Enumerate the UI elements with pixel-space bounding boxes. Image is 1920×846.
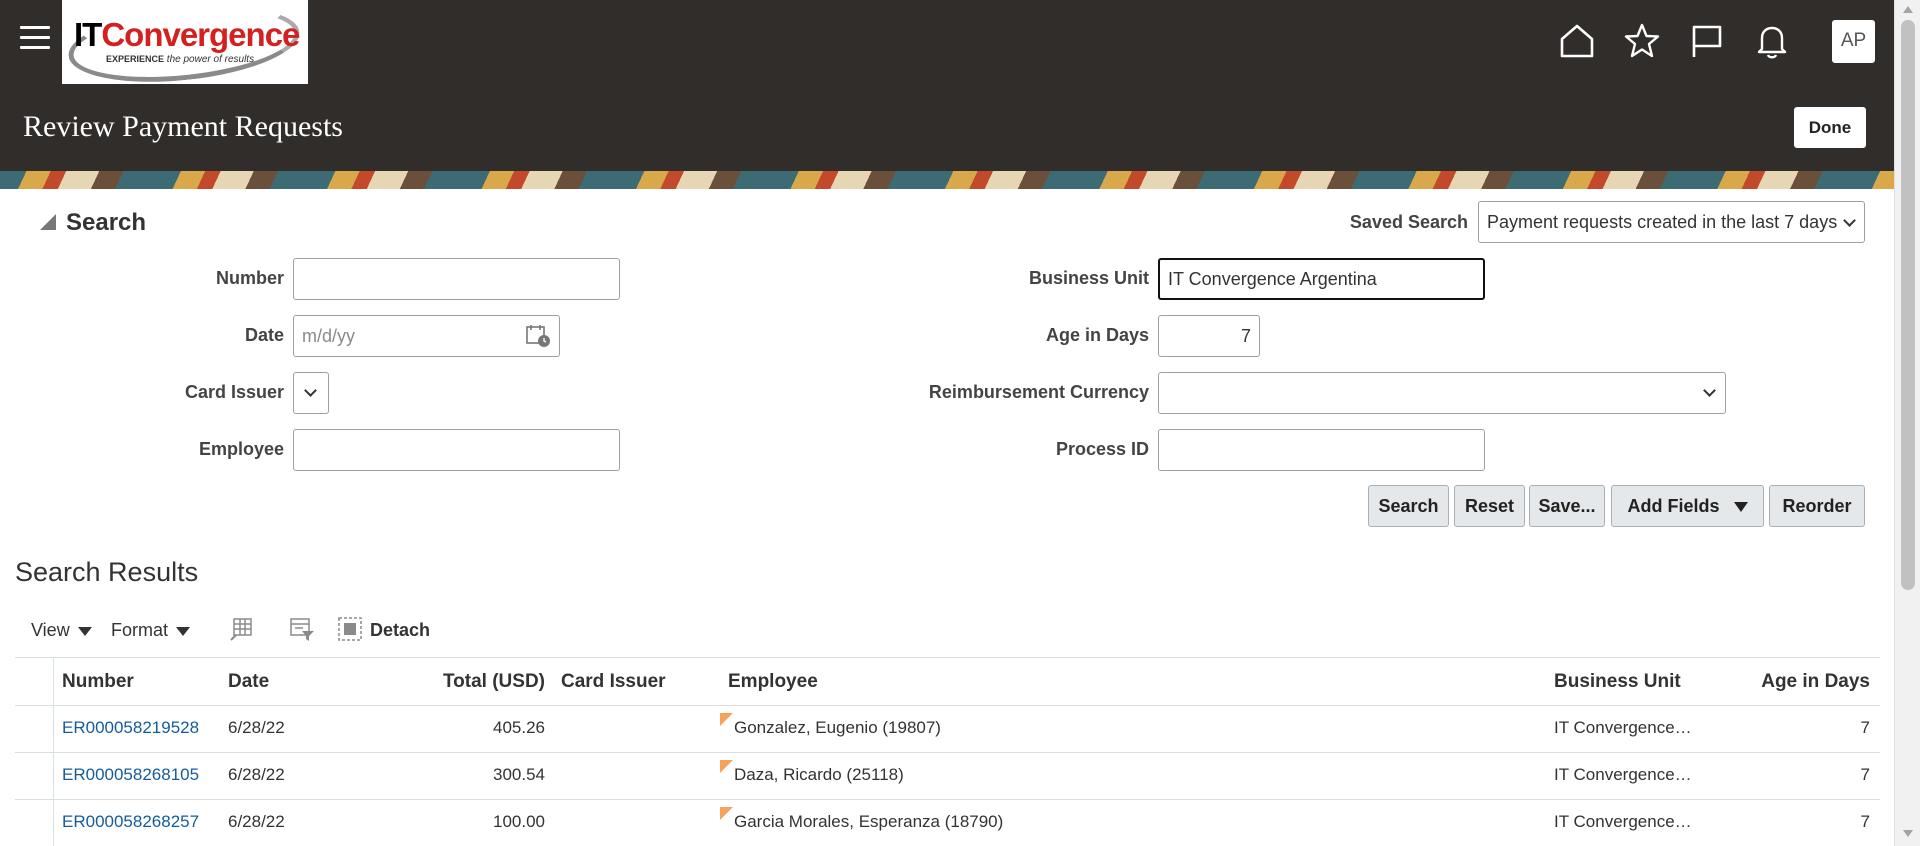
search-collapse-icon[interactable]: [40, 214, 56, 230]
request-employee: Daza, Ricardo (25118): [734, 765, 904, 784]
logo-tagline: EXPERIENCE the power of results: [106, 54, 255, 65]
freeze-columns-icon[interactable]: [228, 616, 254, 642]
process-id-label: Process ID: [1055, 439, 1149, 459]
dropdown-arrow-icon: [1733, 502, 1748, 513]
request-number-link[interactable]: ER000058268257: [62, 812, 199, 832]
request-total: 300.54: [493, 765, 545, 784]
add-fields-label: Add Fields: [1627, 496, 1720, 516]
request-number-link[interactable]: ER000058219528: [62, 718, 199, 738]
scroll-up-arrow[interactable]: [1903, 6, 1913, 13]
query-by-example-icon[interactable]: [289, 616, 315, 642]
employee-input[interactable]: [293, 429, 620, 471]
request-age: 7: [1860, 718, 1870, 737]
saved-search-label: Saved Search: [1349, 212, 1468, 232]
logo-brand: ITConvergence: [74, 16, 300, 53]
flag-marker-icon: [720, 807, 733, 820]
search-results-title: Search Results: [15, 557, 199, 587]
column-header-employee[interactable]: Employee: [728, 671, 818, 693]
request-age: 7: [1860, 765, 1870, 784]
favorites-star-icon[interactable]: [1623, 22, 1661, 60]
card-issuer-label: Card Issuer: [184, 382, 284, 402]
column-header-number[interactable]: Number: [62, 671, 134, 693]
reset-button[interactable]: Reset: [1454, 485, 1525, 527]
company-logo[interactable]: ITConvergence EXPERIENCE the power of re…: [62, 0, 308, 84]
header-bottom-border: [15, 705, 1880, 706]
detach-button[interactable]: Detach: [370, 620, 430, 641]
employee-label: Employee: [198, 439, 284, 459]
page-title: Review Payment Requests: [23, 110, 343, 143]
date-input[interactable]: m/d/yy: [293, 315, 560, 357]
menu-icon[interactable]: [20, 26, 50, 50]
number-input[interactable]: [293, 258, 620, 300]
request-employee: Garcia Morales, Esperanza (18790): [734, 812, 1004, 831]
age-in-days-input[interactable]: 7: [1158, 315, 1260, 357]
calendar-icon[interactable]: [525, 323, 551, 349]
view-label: View: [31, 620, 70, 640]
column-header-age-in-days[interactable]: Age in Days: [1720, 671, 1870, 693]
request-age: 7: [1860, 812, 1870, 831]
scroll-down-arrow[interactable]: [1903, 830, 1913, 837]
vertical-scrollbar[interactable]: [1894, 0, 1920, 846]
request-business-unit: IT Convergence…: [1554, 718, 1692, 737]
request-employee: Gonzalez, Eugenio (19807): [734, 718, 941, 737]
reimbursement-currency-select[interactable]: [1158, 372, 1726, 414]
view-menu[interactable]: View: [31, 620, 92, 641]
search-button[interactable]: Search: [1368, 485, 1449, 527]
number-label: Number: [215, 268, 284, 288]
saved-search-select[interactable]: Payment requests created in the last 7 d…: [1478, 201, 1865, 243]
business-unit-input[interactable]: IT Convergence Argentina: [1158, 258, 1485, 300]
table-top-border: [15, 657, 1880, 658]
card-issuer-select[interactable]: [293, 372, 329, 414]
business-unit-label: Business Unit: [1028, 268, 1149, 288]
decorative-banner: [0, 171, 1894, 189]
request-total: 100.00: [493, 812, 545, 831]
format-menu[interactable]: Format: [111, 620, 191, 641]
request-date: 6/28/22: [228, 718, 285, 737]
age-in-days-label: Age in Days: [1045, 325, 1149, 345]
column-header-date[interactable]: Date: [228, 671, 269, 693]
date-placeholder: m/d/yy: [302, 326, 356, 346]
reimbursement-currency-label: Reimbursement Currency: [928, 382, 1149, 402]
saved-search-value: Payment requests created in the last 7 d…: [1487, 212, 1838, 232]
column-header-card-issuer[interactable]: Card Issuer: [561, 671, 666, 693]
user-avatar[interactable]: AP: [1832, 20, 1875, 63]
request-business-unit: IT Convergence…: [1554, 765, 1692, 784]
detach-icon[interactable]: [337, 616, 363, 642]
notifications-bell-icon[interactable]: [1753, 22, 1791, 60]
flag-marker-icon: [720, 713, 733, 726]
chevron-down-icon: [304, 384, 317, 397]
chevron-down-icon: [1843, 214, 1856, 227]
process-id-input[interactable]: [1158, 429, 1485, 471]
chevron-down-icon: [1703, 384, 1716, 397]
dropdown-arrow-icon: [176, 626, 191, 636]
dropdown-arrow-icon: [77, 626, 92, 636]
format-label: Format: [111, 620, 169, 640]
request-number-link[interactable]: ER000058268105: [62, 765, 199, 785]
request-date: 6/28/22: [228, 812, 285, 831]
request-business-unit: IT Convergence…: [1554, 812, 1692, 831]
save-button[interactable]: Save...: [1529, 485, 1605, 527]
column-header-total[interactable]: Total (USD): [400, 671, 545, 693]
global-header: ITConvergence EXPERIENCE the power of re…: [0, 0, 1894, 171]
add-fields-button[interactable]: Add Fields: [1611, 485, 1764, 527]
search-section-title: Search: [66, 209, 147, 236]
row-border: [15, 752, 1880, 753]
row-border: [15, 799, 1880, 800]
flag-marker-icon: [720, 760, 733, 773]
column-header-business-unit[interactable]: Business Unit: [1554, 671, 1681, 693]
scroll-thumb[interactable]: [1901, 20, 1915, 590]
request-total: 405.26: [493, 718, 545, 737]
date-label: Date: [244, 325, 284, 345]
reorder-button[interactable]: Reorder: [1769, 485, 1865, 527]
flag-icon[interactable]: [1688, 22, 1726, 60]
request-date: 6/28/22: [228, 765, 285, 784]
done-button[interactable]: Done: [1794, 107, 1866, 148]
home-icon[interactable]: [1558, 22, 1596, 60]
